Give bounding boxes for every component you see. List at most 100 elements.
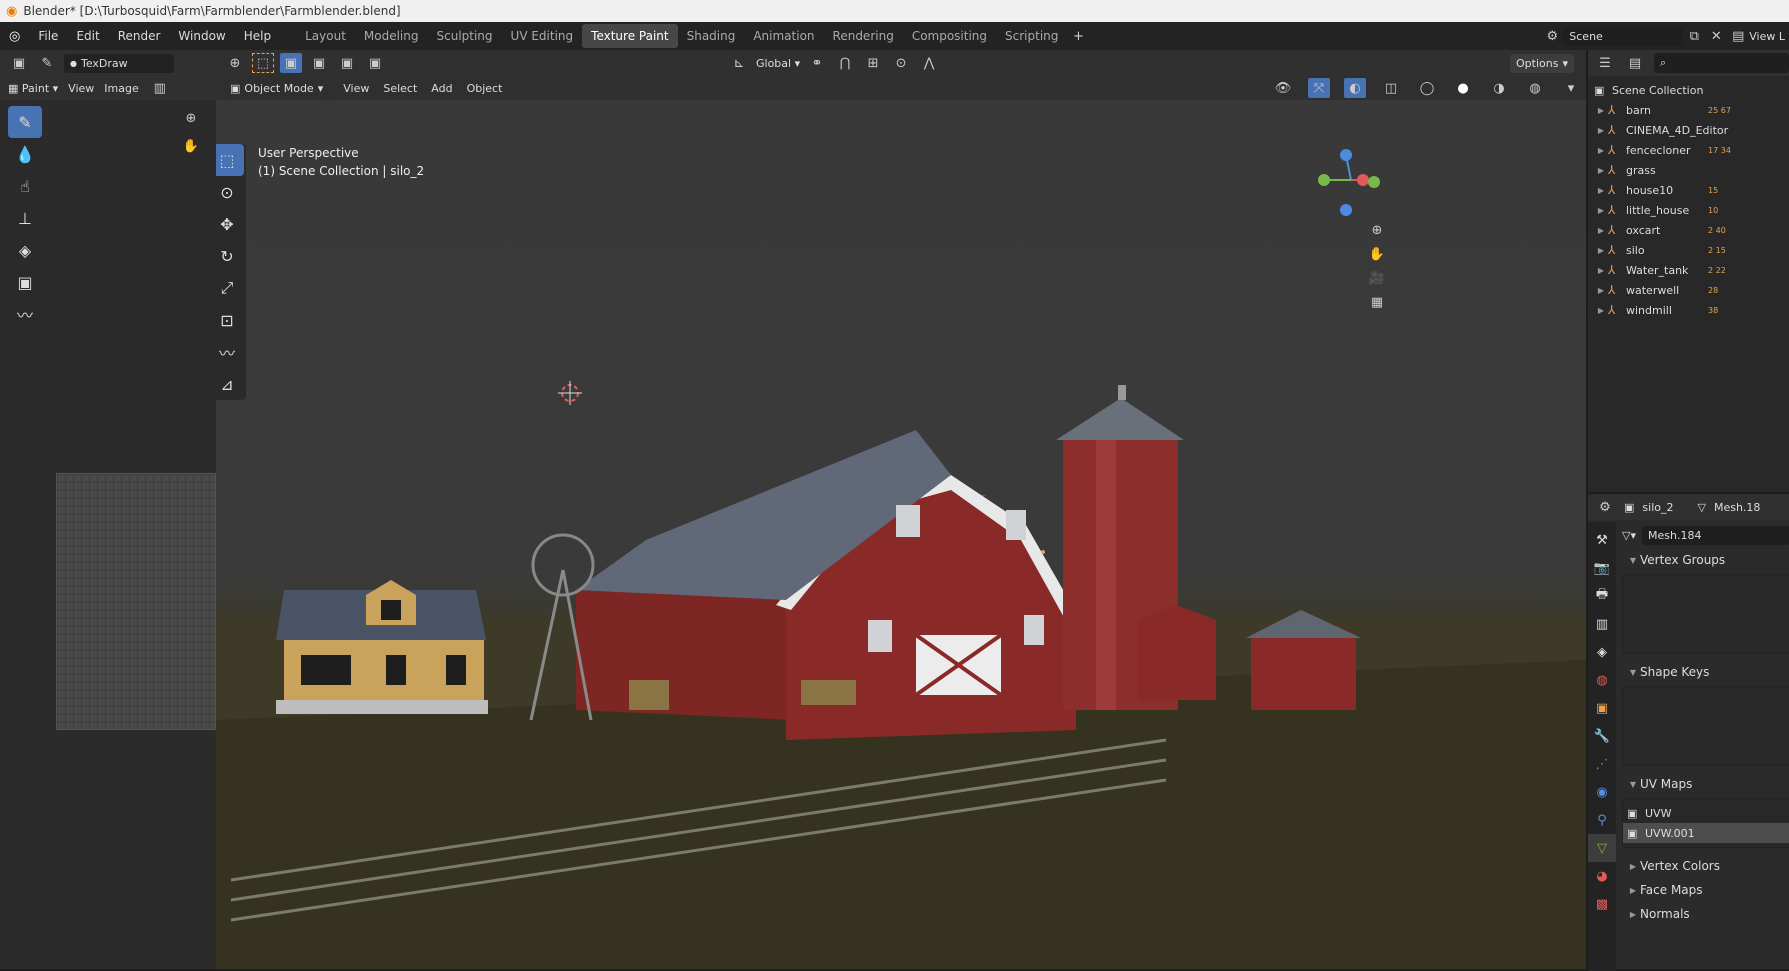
expand-arrow-icon[interactable]: ▶ xyxy=(1594,286,1608,295)
outliner-item-water_tank[interactable]: ▶ ⅄ Water_tank 2 22 xyxy=(1594,260,1789,280)
shape-keys-list[interactable] xyxy=(1622,686,1789,766)
ortho-toggle-icon[interactable]: ▦ xyxy=(1366,292,1388,312)
xray-toggle-icon[interactable]: ◫ xyxy=(1380,78,1402,98)
scene-icon[interactable]: ⚙ xyxy=(1541,26,1563,46)
outliner-item-silo[interactable]: ▶ ⅄ silo 2 15 xyxy=(1594,240,1789,260)
workspace-tab-sculpting[interactable]: Sculpting xyxy=(428,24,502,48)
wireframe-shading-icon[interactable]: ◯ xyxy=(1416,78,1438,98)
workspace-tab-rendering[interactable]: Rendering xyxy=(824,24,903,48)
material-tab-icon[interactable]: ◕ xyxy=(1588,862,1616,890)
outliner-item-grass[interactable]: ▶ ⅄ grass xyxy=(1594,160,1789,180)
view-layer-selector[interactable]: View L xyxy=(1749,30,1789,43)
expand-arrow-icon[interactable]: ▶ xyxy=(1594,246,1608,255)
expand-arrow-icon[interactable]: ▶ xyxy=(1594,146,1608,155)
workspace-tab-shading[interactable]: Shading xyxy=(678,24,745,48)
expand-arrow-icon[interactable]: ▶ xyxy=(1594,126,1608,135)
select-mode-invert-icon[interactable]: ▣ xyxy=(364,53,386,73)
pivot-icon[interactable]: ⚭ xyxy=(806,53,828,73)
expand-arrow-icon[interactable]: ▶ xyxy=(1594,186,1608,195)
object-mode-selector[interactable]: ▣ Object Mode ▾ xyxy=(224,78,330,98)
menu-render[interactable]: Render xyxy=(109,29,170,43)
normals-panel[interactable]: ▶ Normals xyxy=(1618,902,1789,926)
pan-view-icon[interactable]: ✋ xyxy=(1366,244,1388,264)
menu-help[interactable]: Help xyxy=(235,29,280,43)
menu-file[interactable]: File xyxy=(29,29,67,43)
scale-tool-icon[interactable]: ⤢ xyxy=(216,272,244,304)
expand-arrow-icon[interactable]: ▶ xyxy=(1594,226,1608,235)
outliner-item-little_house[interactable]: ▶ ⅄ little_house 10 xyxy=(1594,200,1789,220)
scene-selector[interactable]: Scene xyxy=(1563,26,1684,46)
image-browse-icon[interactable]: ▥ xyxy=(149,78,171,98)
data-tab-icon[interactable]: ▽ xyxy=(1588,834,1616,862)
orientation-selector[interactable]: Global ▾ xyxy=(756,57,800,70)
outliner-item-windmill[interactable]: ▶ ⅄ windmill 38 xyxy=(1594,300,1789,320)
image-menu-view[interactable]: View xyxy=(68,82,94,95)
image-menu-image[interactable]: Image xyxy=(104,82,138,95)
measure-tool-icon[interactable]: ⊿ xyxy=(216,368,244,400)
object-tab-icon[interactable]: ▣ xyxy=(1588,694,1616,722)
visibility-eye-icon[interactable]: 👁 xyxy=(1272,78,1294,98)
select-mode-subtract-icon[interactable]: ▣ xyxy=(336,53,358,73)
display-mode-icon[interactable]: ▤ xyxy=(1624,53,1646,73)
overlay-toggle-icon[interactable]: ◐ xyxy=(1344,78,1366,98)
vertex-colors-panel[interactable]: ▶ Vertex Colors xyxy=(1618,854,1789,878)
blender-menu-icon[interactable]: ◎ xyxy=(0,29,29,44)
particles-tab-icon[interactable]: ⋰ xyxy=(1588,750,1616,778)
3d-viewport[interactable]: ⊕ ⬚ ▣ ▣ ▣ ▣ ⊾ Global ▾ ⚭ ⋂ ⊞ ⊙ ⋀ Options… xyxy=(216,50,1586,969)
material-shading-icon[interactable]: ◑ xyxy=(1488,78,1510,98)
expand-arrow-icon[interactable]: ▶ xyxy=(1594,266,1608,275)
face-maps-panel[interactable]: ▶ Face Maps xyxy=(1618,878,1789,902)
expand-arrow-icon[interactable]: ▶ xyxy=(1594,206,1608,215)
editor-type-icon[interactable]: ▣ xyxy=(8,53,30,73)
constraints-tab-icon[interactable]: ⚲ xyxy=(1588,806,1616,834)
transform-tool-icon[interactable]: ⊡ xyxy=(216,304,244,336)
camera-view-icon[interactable]: 🎥 xyxy=(1366,268,1388,288)
workspace-tab-layout[interactable]: Layout xyxy=(296,24,355,48)
view-layer-tab-icon[interactable]: ▥ xyxy=(1588,610,1616,638)
brush-icon[interactable]: ✎ xyxy=(36,53,58,73)
clone-tool-icon[interactable]: ⊥ xyxy=(8,202,42,234)
outliner-item-house10[interactable]: ▶ ⅄ house10 15 xyxy=(1594,180,1789,200)
mesh-name-field[interactable]: Mesh.184 xyxy=(1641,525,1789,545)
soften-tool-icon[interactable]: 💧 xyxy=(8,138,42,170)
falloff-icon[interactable]: ⋀ xyxy=(918,53,940,73)
view-layer-icon[interactable]: ▤ xyxy=(1727,26,1749,46)
workspace-tab-compositing[interactable]: Compositing xyxy=(903,24,996,48)
smear-tool-icon[interactable]: ☝ xyxy=(8,170,42,202)
vertex-groups-list[interactable] xyxy=(1622,574,1789,654)
orientation-icon[interactable]: ⊾ xyxy=(728,53,750,73)
viewport-menu-add[interactable]: Add xyxy=(431,82,452,95)
add-workspace-icon[interactable]: + xyxy=(1067,26,1089,46)
expand-arrow-icon[interactable]: ▶ xyxy=(1594,166,1608,175)
menu-edit[interactable]: Edit xyxy=(67,29,108,43)
tool-tab-icon[interactable]: ⚒ xyxy=(1588,526,1616,554)
texture-tab-icon[interactable]: ▩ xyxy=(1588,890,1616,918)
render-tab-icon[interactable]: 📷 xyxy=(1588,554,1616,582)
scene-tab-icon[interactable]: ◈ xyxy=(1588,638,1616,666)
workspace-tab-uv-editing[interactable]: UV Editing xyxy=(502,24,583,48)
scene-collection-row[interactable]: ▣ Scene Collection xyxy=(1594,80,1789,100)
scene-canvas[interactable]: User Perspective (1) Scene Collection | … xyxy=(216,100,1586,969)
select-box-icon[interactable]: ⬚ xyxy=(252,53,274,73)
expand-arrow-icon[interactable]: ▶ xyxy=(1594,106,1608,115)
annotate-tool-icon[interactable]: 〰 xyxy=(8,298,42,330)
rotate-tool-icon[interactable]: ↻ xyxy=(216,240,244,272)
shading-options-icon[interactable]: ▾ xyxy=(1560,78,1582,98)
uv-map-item-selected[interactable]: ▣ UVW.001 xyxy=(1623,823,1789,843)
paint-mode-selector[interactable]: ▦ Paint ▾ xyxy=(8,82,58,95)
mesh-browse-icon[interactable]: ▽▾ xyxy=(1622,529,1636,542)
world-tab-icon[interactable]: ◍ xyxy=(1588,666,1616,694)
snap-magnet-icon[interactable]: ⋂ xyxy=(834,53,856,73)
outliner-item-cinema_4d_editor[interactable]: ▶ ⅄ CINEMA_4D_Editor xyxy=(1594,120,1789,140)
outliner-search-input[interactable]: ⌕ xyxy=(1654,53,1789,73)
fill-tool-icon[interactable]: ◈ xyxy=(8,234,42,266)
workspace-tab-texture-paint[interactable]: Texture Paint xyxy=(582,24,678,48)
workspace-tab-scripting[interactable]: Scripting xyxy=(996,24,1067,48)
rendered-shading-icon[interactable]: ◍ xyxy=(1524,78,1546,98)
uv-map-item[interactable]: ▣ UVW xyxy=(1623,803,1789,823)
viewport-menu-object[interactable]: Object xyxy=(467,82,503,95)
outliner-item-waterwell[interactable]: ▶ ⅄ waterwell 28 xyxy=(1594,280,1789,300)
select-box-tool-icon[interactable]: ⬚ xyxy=(216,144,244,176)
mask-tool-icon[interactable]: ▣ xyxy=(8,266,42,298)
zoom-icon[interactable]: ⊕ xyxy=(180,108,202,128)
